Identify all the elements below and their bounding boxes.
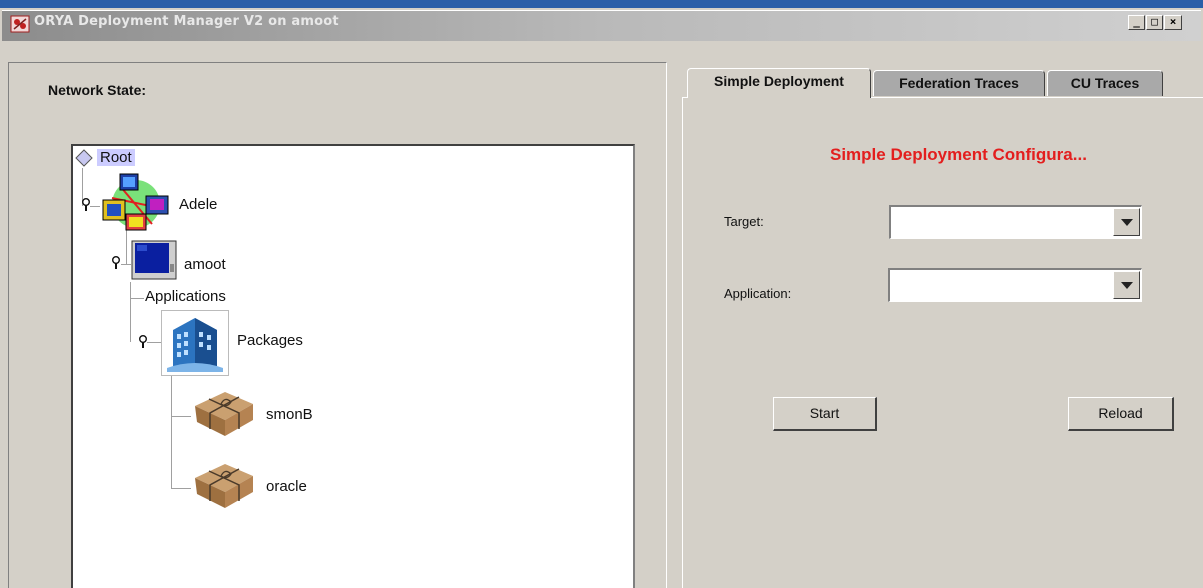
tree-node-oracle[interactable]: oracle xyxy=(191,456,351,516)
tree-node-smonb[interactable]: smonB xyxy=(191,384,351,444)
key-toggle-icon[interactable] xyxy=(138,335,148,349)
tab-federation-traces[interactable]: Federation Traces xyxy=(873,70,1045,96)
parcel-icon xyxy=(195,464,253,508)
tab-simple-deployment[interactable]: Simple Deployment xyxy=(687,68,871,98)
tree-node-label: amoot xyxy=(184,256,226,273)
application-label: Application: xyxy=(724,286,792,301)
target-label: Target: xyxy=(724,214,764,229)
tree-line xyxy=(171,488,191,489)
orya-app-icon[interactable] xyxy=(10,15,30,33)
tree-node-adele[interactable]: Adele xyxy=(100,168,240,238)
tree-node-packages[interactable]: Packages xyxy=(161,310,331,376)
simple-deployment-content xyxy=(682,97,1203,588)
tree-line xyxy=(121,264,131,265)
application-dropdown-button[interactable] xyxy=(1113,271,1140,299)
tree-node-label: oracle xyxy=(266,478,307,495)
tab-cu-traces[interactable]: CU Traces xyxy=(1047,70,1163,96)
close-button[interactable]: × xyxy=(1164,15,1182,30)
diamond-icon xyxy=(75,149,93,167)
application-select[interactable] xyxy=(888,268,1142,302)
building-icon xyxy=(161,310,229,376)
tree-node-amoot[interactable]: amoot xyxy=(131,240,251,284)
tree-node-label: Applications xyxy=(145,288,226,305)
key-toggle-icon[interactable] xyxy=(111,256,121,270)
tree-node-label: Adele xyxy=(179,196,218,213)
application-window: ORYA Deployment Manager V2 on amoot _ □ … xyxy=(0,0,1203,588)
network-computers-icon xyxy=(102,173,169,231)
chevron-down-icon xyxy=(1121,282,1133,289)
tree-node-label: Packages xyxy=(237,332,303,349)
minimize-button[interactable]: _ xyxy=(1128,15,1145,30)
tree-node-label: smonB xyxy=(266,406,313,423)
reload-button[interactable]: Reload xyxy=(1068,397,1174,431)
key-toggle-icon[interactable] xyxy=(81,198,91,212)
monitor-icon xyxy=(131,240,177,280)
target-dropdown-button[interactable] xyxy=(1113,208,1140,236)
maximize-button[interactable]: □ xyxy=(1146,15,1163,30)
tree-line xyxy=(171,374,172,488)
tree-line xyxy=(130,282,131,342)
tree-line xyxy=(130,298,144,299)
network-state-label: Network State: xyxy=(48,82,147,98)
tree-node-applications[interactable]: Applications xyxy=(145,288,265,310)
tree-line xyxy=(171,416,191,417)
tree-line xyxy=(90,206,100,207)
target-select[interactable] xyxy=(889,205,1142,239)
start-button[interactable]: Start xyxy=(773,397,877,431)
chevron-down-icon xyxy=(1121,219,1133,226)
tree-node-label: Root xyxy=(97,149,135,166)
config-title: Simple Deployment Configura... xyxy=(830,145,1087,164)
tree-line xyxy=(147,342,161,343)
network-tree[interactable]: Root Adele amoot Applications Packages s… xyxy=(71,144,635,588)
tree-node-root[interactable]: Root xyxy=(75,148,145,170)
window-title: ORYA Deployment Manager V2 on amoot xyxy=(34,14,339,29)
parcel-icon xyxy=(195,392,253,436)
